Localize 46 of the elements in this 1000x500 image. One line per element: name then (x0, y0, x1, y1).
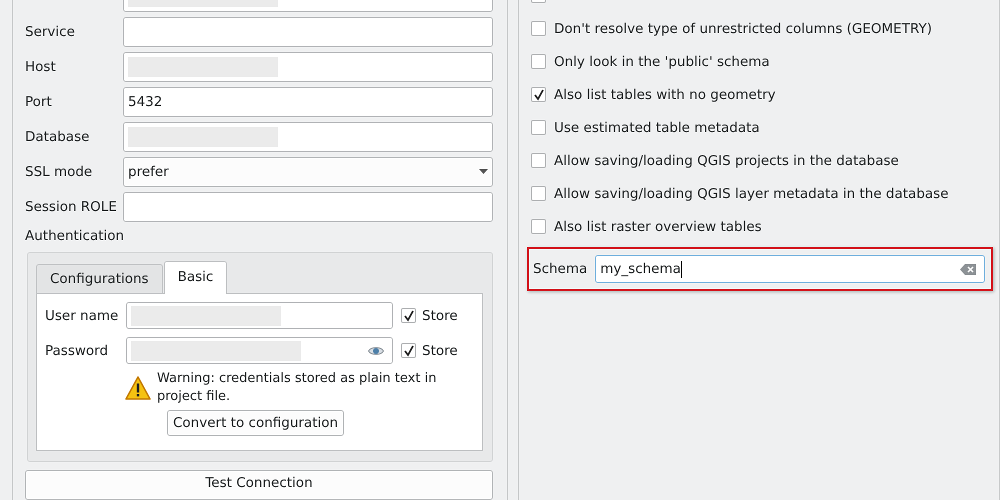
checkbox-label: Store (422, 308, 458, 324)
field-label: Database (25, 128, 90, 144)
password-field[interactable] (126, 337, 393, 364)
store-checkbox[interactable] (401, 343, 416, 358)
checkbox[interactable] (531, 87, 546, 102)
section-label: Authentication (25, 228, 126, 246)
checkbox[interactable] (531, 153, 546, 168)
test-connection-button[interactable]: Test Connection (25, 470, 493, 500)
checkbox-label: Use estimated table metadata (554, 120, 760, 136)
checkbox[interactable] (531, 54, 546, 69)
eye-icon[interactable] (368, 346, 384, 356)
checkbox-label: Only look in the 'public' schema (554, 54, 770, 70)
checkbox-label: Store (422, 342, 458, 358)
text-field[interactable] (126, 302, 393, 329)
ssl-mode-dropdown[interactable]: prefer (123, 156, 493, 186)
store-checkbox[interactable] (401, 308, 416, 323)
checkbox-label: Allow saving/loading QGIS layer metadata in the database (554, 186, 949, 202)
caret-icon (479, 169, 488, 174)
warning-icon (125, 376, 151, 400)
checkbox[interactable] (531, 219, 546, 234)
field-label: Session ROLE (25, 198, 118, 214)
checkbox[interactable] (531, 21, 546, 36)
text-field[interactable] (123, 52, 493, 82)
checkbox-label: Allow saving/loading QGIS projects in the database (554, 152, 899, 168)
text-field[interactable] (123, 122, 493, 152)
checkbox[interactable] (531, 120, 546, 135)
checkbox-label: Also list raster overview tables (554, 218, 762, 234)
field-label: Schema (533, 261, 588, 277)
field-label: User name (45, 308, 120, 324)
checkbox-label: Don't resolve type of unrestricted columns (GEOMETRY) (554, 20, 932, 36)
convert-button[interactable]: Convert to configuration (167, 410, 344, 436)
tab[interactable]: Basic (164, 261, 228, 294)
text-field[interactable] (123, 192, 493, 222)
field-label: Port (25, 94, 53, 110)
clear-icon[interactable] (960, 264, 976, 275)
checkbox-label: Also list tables with no geometry (554, 86, 776, 102)
field-label: Service (25, 24, 76, 40)
text-field[interactable]: 5432 (123, 86, 493, 116)
field-label: SSL mode (25, 164, 94, 180)
field-label: Host (25, 58, 57, 74)
text-field[interactable] (123, 16, 493, 46)
checkbox[interactable] (531, 186, 546, 201)
schema-field[interactable]: my_schema (595, 255, 985, 283)
warning-text: Warning: credentials stored as plain text in project file. (157, 370, 438, 406)
tab[interactable]: Configurations (36, 264, 163, 293)
field-label: Password (45, 342, 110, 358)
